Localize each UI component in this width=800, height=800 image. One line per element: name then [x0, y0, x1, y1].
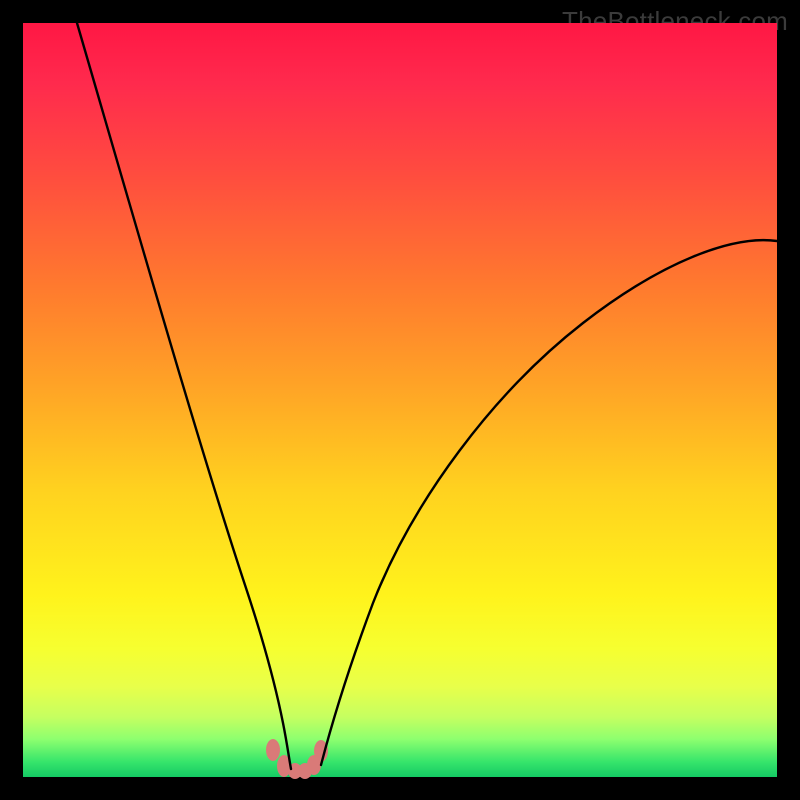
plot-area: [23, 23, 777, 777]
left-curve: [77, 23, 291, 769]
chart-frame: TheBottleneck.com: [0, 0, 800, 800]
floor-blob-group: [266, 739, 328, 779]
floor-blob-0: [266, 739, 280, 761]
curve-layer: [23, 23, 777, 777]
right-curve: [321, 240, 777, 765]
